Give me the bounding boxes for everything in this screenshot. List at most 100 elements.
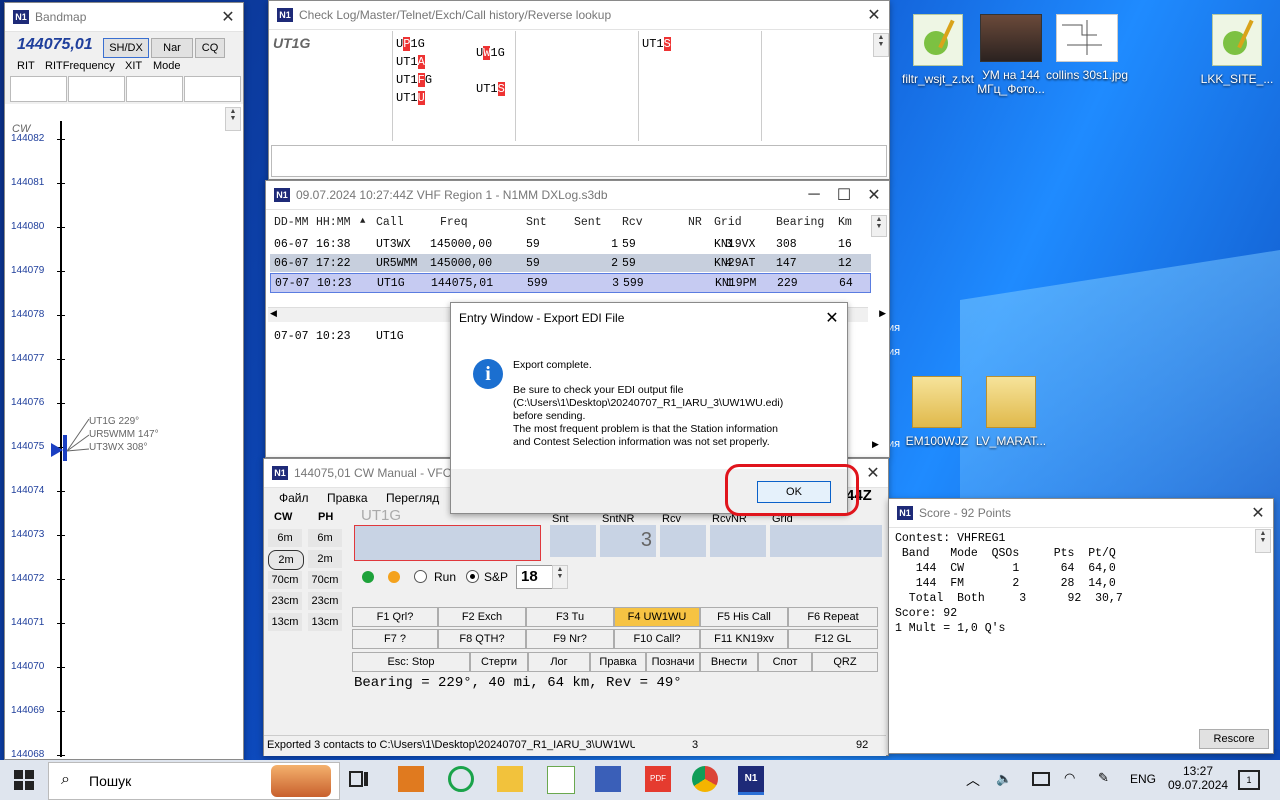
file-explorer-icon[interactable] (497, 766, 523, 792)
exchange-field[interactable] (660, 525, 706, 557)
band-button[interactable]: 2m (308, 550, 342, 568)
menu-file[interactable]: Файл (279, 491, 309, 505)
chrome-icon[interactable] (692, 766, 718, 792)
close-icon[interactable]: ✕ (817, 308, 847, 328)
band-button[interactable]: 70cm (308, 571, 342, 589)
band-button[interactable]: 6m (308, 529, 342, 547)
notification-icon[interactable]: 1 (1238, 770, 1260, 790)
function-key[interactable]: F7 ? (352, 629, 438, 649)
function-key[interactable]: F12 GL (788, 629, 878, 649)
language-indicator[interactable]: ENG (1130, 772, 1156, 786)
exchange-field[interactable] (770, 525, 882, 557)
function-key[interactable]: F4 UW1WU (614, 607, 700, 627)
score-spinner[interactable]: ▲ ▼ (1255, 529, 1271, 553)
callsign-input[interactable] (354, 525, 541, 561)
function-key[interactable]: Спот (758, 652, 812, 672)
spot-item[interactable]: UR5WMM 147° (89, 428, 159, 441)
windows-start-icon[interactable] (14, 770, 34, 790)
function-key[interactable]: F10 Call? (614, 629, 700, 649)
exchange-field[interactable] (710, 525, 766, 557)
ritfrequency-field[interactable] (68, 76, 125, 102)
function-key[interactable]: Стерти (470, 652, 528, 672)
task-view-icon[interactable] (348, 768, 374, 794)
battery-icon[interactable] (1032, 772, 1050, 786)
xit-field[interactable] (126, 76, 183, 102)
log-scroll-up[interactable]: ▲ ▼ (871, 215, 887, 237)
partial-match[interactable]: UT1A (396, 53, 432, 71)
function-key[interactable]: F1 Qrl? (352, 607, 438, 627)
function-key[interactable]: F9 Nr? (526, 629, 614, 649)
power-spinner-value[interactable]: 18 (516, 565, 556, 589)
clock[interactable]: 13:27 09.07.2024 (1168, 764, 1228, 792)
partial-match[interactable]: UT1U (396, 89, 432, 107)
shdx-button[interactable]: SH/DX (103, 38, 149, 58)
mode-field[interactable] (184, 76, 241, 102)
menu-edit[interactable]: Правка (327, 491, 368, 505)
app-icon-orange[interactable] (398, 766, 424, 792)
close-icon[interactable]: ✕ (859, 5, 889, 25)
maximize-icon[interactable]: ☐ (829, 185, 859, 205)
band-button[interactable]: 2m (268, 550, 304, 570)
scroll-right-icon[interactable]: ▶ (872, 439, 879, 450)
function-key[interactable]: F6 Repeat (788, 607, 878, 627)
close-icon[interactable]: ✕ (859, 185, 889, 205)
close-icon[interactable]: ✕ (213, 7, 243, 27)
partial-match[interactable]: UT1S (476, 71, 505, 107)
close-icon[interactable]: ✕ (858, 463, 888, 483)
pdf-icon[interactable]: PDF (645, 766, 671, 792)
spot-item[interactable]: UT1G 229° (89, 415, 159, 428)
minimize-icon[interactable]: ─ (799, 186, 829, 204)
function-key[interactable]: Позначи (646, 652, 700, 672)
function-key[interactable]: QRZ (812, 652, 878, 672)
function-key[interactable]: F3 Tu (526, 607, 614, 627)
function-key[interactable]: Внести (700, 652, 758, 672)
function-key[interactable]: F11 KN19xv (700, 629, 788, 649)
desktop-icon-lv-marat[interactable]: LV_MARAT... (966, 376, 1056, 448)
band-button[interactable]: 23cm (268, 592, 302, 610)
band-button[interactable]: 13cm (308, 613, 342, 631)
partial-match[interactable]: UT1S (642, 35, 671, 53)
search-box[interactable]: ⌕ Пошук (48, 762, 340, 800)
sp-radio[interactable] (466, 570, 479, 583)
function-key[interactable]: F2 Exch (438, 607, 526, 627)
pen-icon[interactable]: ✎ (1098, 770, 1109, 786)
function-key[interactable]: Лог (528, 652, 590, 672)
chevron-up-icon[interactable]: ︿ (966, 770, 980, 790)
band-button[interactable]: 70cm (268, 571, 302, 589)
spot-item[interactable]: UT3WX 308° (89, 441, 159, 454)
function-key[interactable]: Esc: Stop (352, 652, 470, 672)
partial-match[interactable]: UP1G (396, 35, 432, 53)
checklog-spinner[interactable]: ▲ ▼ (873, 33, 889, 57)
save-icon[interactable] (595, 766, 621, 792)
power-spinner-arrows[interactable]: ▲ ▼ (552, 565, 568, 589)
desktop-icon-collins[interactable]: collins 30s1.jpg (1042, 14, 1132, 82)
app-icon-clock[interactable] (448, 766, 474, 792)
table-row[interactable]: 06-07 17:22 UR5WMM 145000,00 59 2 59 4 KN29AT 147… (270, 254, 871, 272)
table-row[interactable]: 07-07 10:23 UT1G 144075,01 599 3 599 1 KN19PM 229… (270, 273, 871, 293)
exchange-field[interactable] (550, 525, 596, 557)
bandmap-spinner[interactable]: ▲ ▼ (225, 107, 241, 131)
sort-ascending-icon[interactable]: ▲ (360, 216, 365, 226)
function-key[interactable]: F5 His Call (700, 607, 788, 627)
menu-view[interactable]: Перегляд (386, 491, 439, 505)
nar-button[interactable]: Nar (151, 38, 193, 58)
band-button[interactable]: 13cm (268, 613, 302, 631)
run-radio[interactable] (414, 570, 427, 583)
cq-button[interactable]: CQ (195, 38, 225, 58)
band-button[interactable]: 23cm (308, 592, 342, 610)
close-icon[interactable]: ✕ (1243, 503, 1273, 523)
function-key[interactable]: Правка (590, 652, 646, 672)
partial-match[interactable]: UW1G (476, 35, 505, 71)
desktop-icon-lkk[interactable]: LKK_SITE_... (1192, 14, 1280, 86)
volume-muted-icon[interactable]: 🔈 (996, 771, 1012, 787)
band-button[interactable]: 6m (268, 529, 302, 547)
partial-match[interactable]: UT1FG (396, 71, 432, 89)
n1mm-taskbar-icon[interactable]: N1 (738, 766, 764, 795)
rit-field[interactable] (10, 76, 67, 102)
wifi-icon[interactable]: ◠ (1064, 770, 1075, 786)
checklog-input-area[interactable] (271, 145, 887, 177)
function-key[interactable]: F8 QTH? (438, 629, 526, 649)
table-row[interactable]: 06-07 16:38 UT3WX 145000,00 59 1 59 3 KN19VX 308 1… (270, 235, 871, 253)
notepad-icon[interactable] (547, 766, 575, 794)
exchange-field[interactable]: 3 (600, 525, 656, 557)
